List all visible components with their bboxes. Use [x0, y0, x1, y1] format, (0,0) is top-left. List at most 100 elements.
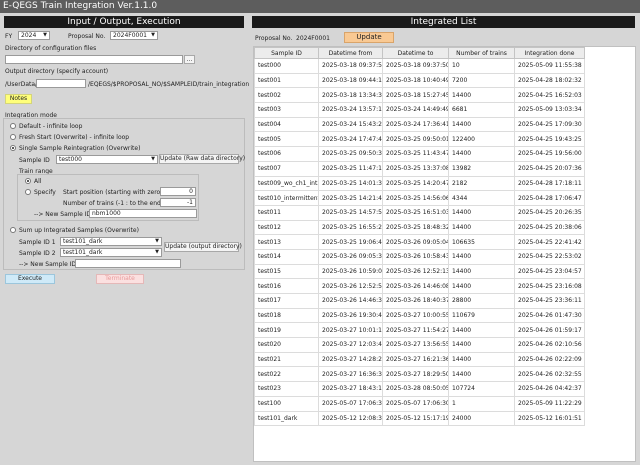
train-all-label: All [34, 178, 42, 185]
mode-fresh-label: Fresh Start (Overwrite) - infinite loop [19, 134, 130, 141]
table-cell: 2025-03-18 15:27:45 [382, 87, 449, 104]
mode-default-label: Default - infinite loop [19, 123, 83, 130]
table-row[interactable]: test010_intermittent 2025-03-25 14:21:41 2… [254, 190, 585, 206]
table-row[interactable]: test022 2025-03-27 16:36:38 2025-03-27 18:… [254, 366, 585, 383]
table-row[interactable]: test015 2025-03-26 10:59:01 2025-03-26 12:… [254, 263, 585, 280]
userdata-input[interactable] [36, 79, 86, 88]
table-cell: 2025-03-28 08:50:05 [382, 381, 449, 397]
table-row[interactable]: test100 2025-05-07 17:06:30 2025-05-07 17:… [254, 395, 585, 412]
sample-id2-select[interactable]: test101_dark ▼ [60, 248, 162, 257]
table-cell: 14400 [448, 219, 515, 236]
column-header[interactable]: Sample ID [254, 47, 319, 59]
table-row[interactable]: test021 2025-03-27 14:28:24 2025-03-27 16:… [254, 351, 585, 368]
table-row[interactable]: test013 2025-03-25 19:06:45 2025-03-26 09:… [254, 234, 585, 250]
table-cell: test022 [254, 366, 319, 383]
column-header[interactable]: Number of trains [448, 47, 515, 59]
table-row[interactable]: test012 2025-03-25 16:55:20 2025-03-25 18:… [254, 219, 585, 236]
mode-fresh-radio[interactable] [10, 134, 16, 140]
table-cell: test002 [254, 87, 319, 104]
sample-id2-label: Sample ID 2 [19, 250, 56, 257]
mode-single-radio[interactable] [10, 145, 16, 151]
new-sample-id2-input[interactable] [75, 259, 181, 268]
start-position-label: Start position (starting with zero) [63, 189, 163, 196]
table-cell: 2025-04-25 22:53:02 [514, 248, 585, 265]
table-cell: 2025-03-26 18:40:37 [382, 293, 449, 309]
proposal-label: Proposal No. [68, 33, 106, 40]
table-row[interactable]: test009_wo_ch1_int... 2025-03-25 14:01:35… [254, 175, 585, 192]
proposal-select[interactable]: 2024F0001 ▼ [110, 31, 158, 40]
table-row[interactable]: test003 2025-03-24 13:57:18 2025-03-24 14:… [254, 102, 585, 118]
table-row[interactable]: test016 2025-03-26 12:52:56 2025-03-26 14:… [254, 278, 585, 294]
table-row[interactable]: test004 2025-03-24 15:43:29 2025-03-24 17:… [254, 116, 585, 133]
table-cell: 2025-03-27 16:21:36 [382, 351, 449, 368]
table-cell: 2025-04-28 17:06:47 [514, 190, 585, 206]
table-header-row: Sample ID Datetime from Datetime to Number … [254, 47, 585, 59]
config-dir-label: Directory of configuration files [5, 45, 97, 52]
table-cell: 2025-04-25 19:43:25 [514, 131, 585, 148]
table-cell: 2025-04-25 20:07:36 [514, 160, 585, 177]
train-specify-radio[interactable] [25, 189, 31, 195]
table-row[interactable]: test019 2025-03-27 10:01:15 2025-03-27 11:… [254, 322, 585, 339]
fy-select[interactable]: 2024 ▼ [18, 31, 50, 40]
new-sample-id-input[interactable]: nbm1000 [89, 209, 197, 218]
table-row[interactable]: test000 2025-03-18 09:37:50 2025-03-18 09:… [254, 58, 585, 74]
table-cell: 2025-03-18 09:44:14 [318, 72, 383, 89]
table-cell: 2025-04-26 02:22:09 [514, 351, 585, 368]
browse-button[interactable]: ... [184, 55, 195, 64]
table-row[interactable]: test020 2025-03-27 12:03:43 2025-03-27 13:… [254, 337, 585, 353]
table-row[interactable]: test005 2025-03-24 17:47:46 2025-03-25 09:… [254, 131, 585, 148]
table-cell: 2025-04-25 20:38:06 [514, 219, 585, 236]
table-row[interactable]: test007 2025-03-25 11:47:13 2025-03-25 13:… [254, 160, 585, 177]
column-header[interactable]: Datetime from [318, 47, 383, 59]
table-cell: 2025-03-25 13:37:08 [382, 160, 449, 177]
integrated-table-container[interactable]: Sample ID Datetime from Datetime to Number … [253, 46, 636, 462]
table-row[interactable]: test011 2025-03-25 14:57:51 2025-03-25 16:… [254, 204, 585, 221]
update-output-button[interactable]: Update (output directory) [164, 242, 242, 252]
table-cell: 2025-03-25 19:06:45 [318, 234, 383, 250]
table-cell: test010_intermittent [254, 190, 319, 206]
table-cell: 2025-04-25 17:09:30 [514, 116, 585, 133]
config-dir-input[interactable] [5, 55, 183, 64]
table-cell: test009_wo_ch1_int... [254, 175, 319, 192]
update-list-button[interactable]: Update [344, 32, 394, 43]
table-row[interactable]: test018 2025-03-26 19:30:48 2025-03-27 10:… [254, 307, 585, 324]
column-header[interactable]: Integration done [514, 47, 585, 59]
update-raw-button[interactable]: Update (Raw data directory) [159, 154, 245, 164]
table-row[interactable]: test023 2025-03-27 18:43:12 2025-03-28 08:… [254, 381, 585, 397]
table-cell: 2025-03-24 15:43:29 [318, 116, 383, 133]
table-body: test000 2025-03-18 09:37:50 2025-03-18 09:… [254, 58, 585, 427]
table-row[interactable]: test006 2025-03-25 09:50:35 2025-03-25 11:… [254, 146, 585, 162]
table-cell: 2025-03-27 11:54:27 [382, 322, 449, 339]
table-cell: 2025-04-26 01:47:30 [514, 307, 585, 324]
table-row[interactable]: test002 2025-03-18 13:34:33 2025-03-18 15:… [254, 87, 585, 104]
table-cell: 2025-03-27 16:36:38 [318, 366, 383, 383]
train-all-radio[interactable] [25, 178, 31, 184]
table-row[interactable]: test101_dark 2025-05-12 12:08:39 2025-05-1… [254, 410, 585, 427]
table-cell: 28800 [448, 293, 515, 309]
notes-button[interactable]: Notes [5, 94, 32, 104]
execute-button[interactable]: Execute [5, 274, 55, 284]
output-dir-label: Output directory (specify account) [5, 68, 109, 75]
num-trains-input[interactable]: -1 [160, 198, 196, 207]
table-cell: 14400 [448, 204, 515, 221]
table-cell: 14400 [448, 87, 515, 104]
sample-id1-select[interactable]: test101_dark ▼ [60, 237, 162, 246]
table-row[interactable]: test017 2025-03-26 14:46:32 2025-03-26 18:… [254, 293, 585, 309]
num-trains-label: Number of trains (-1 : to the end) [63, 200, 164, 207]
mode-sumup-radio[interactable] [10, 227, 16, 233]
start-position-input[interactable]: 0 [160, 187, 196, 196]
table-cell: 2025-04-25 19:56:00 [514, 146, 585, 162]
table-row[interactable]: test001 2025-03-18 09:44:14 2025-03-18 10:… [254, 72, 585, 89]
table-cell: test005 [254, 131, 319, 148]
terminate-button[interactable]: Terminate [96, 274, 144, 284]
table-cell: 2025-03-26 12:52:13 [382, 263, 449, 280]
table-cell: 2025-05-09 11:55:38 [514, 58, 585, 74]
column-header[interactable]: Datetime to [382, 47, 449, 59]
output-path-text: /EQEGS/$PROPOSAL_NO/$SAMPLEID/train_inte… [88, 81, 250, 88]
mode-default-radio[interactable] [10, 123, 16, 129]
table-row[interactable]: test014 2025-03-26 09:05:31 2025-03-26 10:… [254, 248, 585, 265]
table-cell: test017 [254, 293, 319, 309]
table-cell: 106635 [448, 234, 515, 250]
sample-id-select[interactable]: test000 ▼ [56, 155, 158, 164]
table-cell: 14400 [448, 351, 515, 368]
